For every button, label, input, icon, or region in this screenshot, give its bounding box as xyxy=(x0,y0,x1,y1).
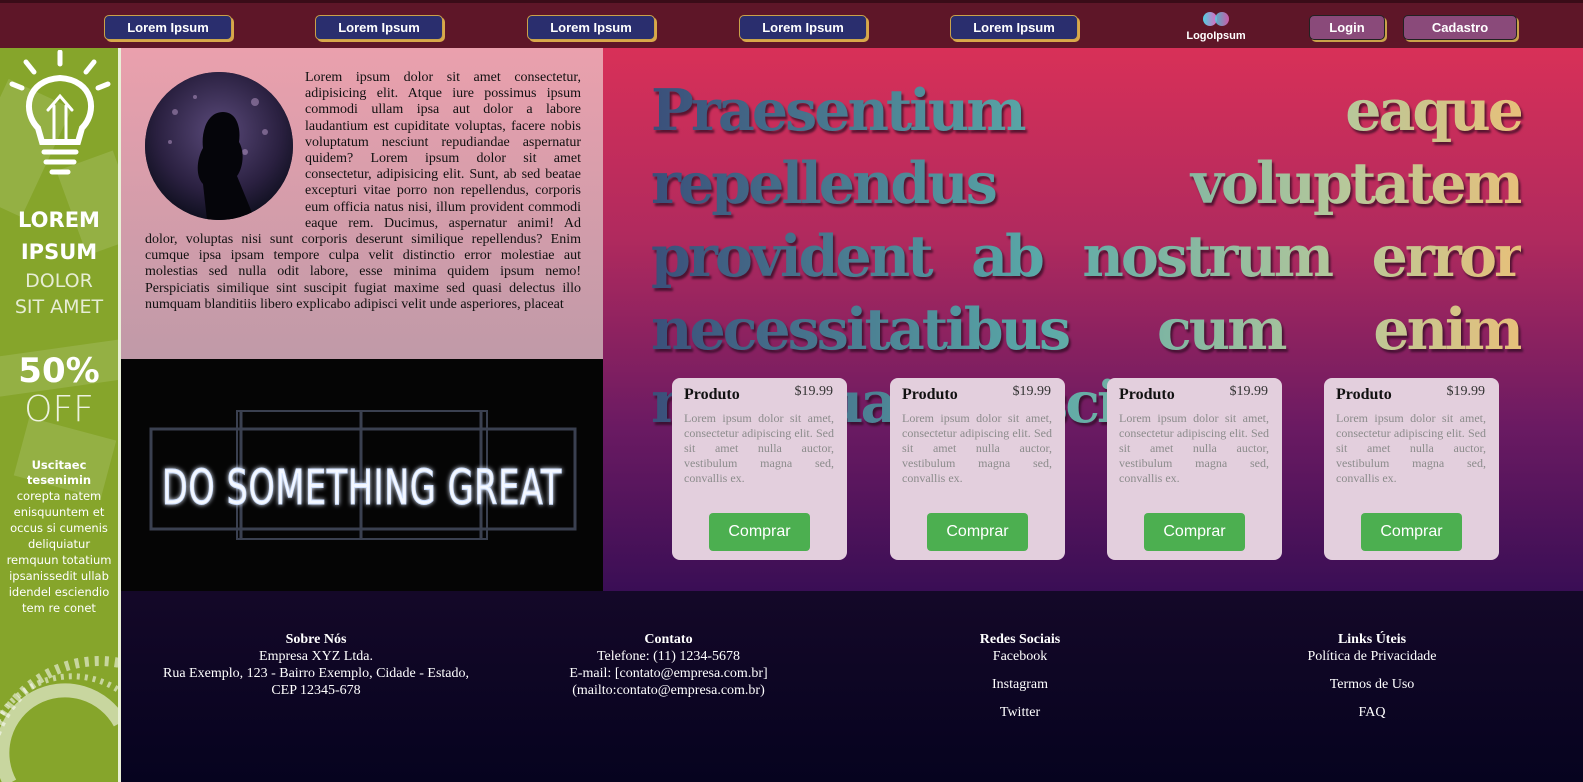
footer: Sobre Nós Empresa XYZ Ltda. Rua Exemplo,… xyxy=(121,591,1583,782)
product-description: Lorem ipsum dolor sit amet, consectetur … xyxy=(902,411,1052,485)
buy-button[interactable]: Comprar xyxy=(1144,513,1245,551)
banner-discount: 50% xyxy=(18,351,100,391)
banner-off: OFF xyxy=(24,389,94,430)
banner-heading-2: IPSUM xyxy=(20,240,98,264)
lightbulb-icon xyxy=(9,50,111,175)
footer-link-facebook[interactable]: Facebook xyxy=(950,648,1090,665)
top-navbar: Lorem Ipsum Lorem Ipsum Lorem Ipsum Lore… xyxy=(0,0,1583,48)
banner-small-line: enisquuntem et xyxy=(13,505,105,519)
banner-small-line: remquun totatium xyxy=(6,553,112,567)
hero-section: Praesentium eaque repellendus voluptatem… xyxy=(603,48,1583,591)
footer-mailto[interactable]: (mailto:contato@empresa.com.br) xyxy=(541,682,796,699)
logo[interactable]: LogoIpsum xyxy=(1176,10,1256,46)
footer-contact: Contato Telefone: (11) 1234-5678 E-mail:… xyxy=(541,631,796,699)
product-price: $19.99 xyxy=(1446,384,1486,399)
product-description: Lorem ipsum dolor sit amet, consectetur … xyxy=(1336,411,1486,485)
footer-email[interactable]: E-mail: [contato@empresa.com.br] xyxy=(541,665,796,682)
footer-link-twitter[interactable]: Twitter xyxy=(950,704,1090,721)
footer-useful-title: Links Úteis xyxy=(1337,632,1407,647)
banner-small-line: idendel esciendio xyxy=(8,585,110,599)
footer-social-title: Redes Sociais xyxy=(979,632,1061,647)
product-price: $19.99 xyxy=(1012,384,1052,399)
logo-text: LogoIpsum xyxy=(1186,30,1246,42)
nav-link-2[interactable]: Lorem Ipsum xyxy=(315,15,443,40)
footer-link-privacy[interactable]: Política de Privacidade xyxy=(1282,648,1462,665)
footer-contact-title: Contato xyxy=(644,632,693,647)
intro-section: Lorem ipsum dolor sit amet consectetur, … xyxy=(121,48,603,359)
neon-sign-text: DO SOMETHING GREAT xyxy=(162,460,562,516)
product-card: Produto $19.99 Lorem ipsum dolor sit ame… xyxy=(1107,378,1282,560)
buy-button[interactable]: Comprar xyxy=(1361,513,1462,551)
product-card: Produto $19.99 Lorem ipsum dolor sit ame… xyxy=(672,378,847,560)
buy-button[interactable]: Comprar xyxy=(709,513,810,551)
product-card: Produto $19.99 Lorem ipsum dolor sit ame… xyxy=(890,378,1065,560)
banner-small-line: corepta natem xyxy=(16,489,102,503)
product-name: Produto xyxy=(1336,386,1392,403)
banner-bold-line: Uscitaec xyxy=(31,458,87,472)
banner-bold-line: tesenimin xyxy=(26,473,92,487)
side-ad-banner[interactable]: LOREM IPSUM DOLOR SIT AMET 50% OFF Uscit… xyxy=(0,48,121,782)
footer-company: Empresa XYZ Ltda. xyxy=(259,649,373,664)
logo-icon xyxy=(1203,12,1229,26)
banner-small-line: occus si cumenis xyxy=(10,521,108,535)
footer-link-terms[interactable]: Termos de Uso xyxy=(1282,676,1462,693)
nav-link-3[interactable]: Lorem Ipsum xyxy=(527,15,655,40)
product-price: $19.99 xyxy=(1229,384,1269,399)
footer-address: Rua Exemplo, 123 - Bairro Exemplo, Cidad… xyxy=(163,666,469,698)
product-name: Produto xyxy=(1119,386,1175,403)
banner-small-line: tem re conet xyxy=(22,601,96,615)
neon-sign-image: DO SOMETHING GREAT xyxy=(121,359,603,591)
nav-link-1[interactable]: Lorem Ipsum xyxy=(104,15,232,40)
profile-photo xyxy=(145,72,293,220)
banner-small-line: ipsanissedit ullab xyxy=(9,569,109,583)
banner-heading-1: LOREM xyxy=(18,208,100,232)
banner-subheading-2: SIT AMET xyxy=(14,296,104,318)
signup-button[interactable]: Cadastro xyxy=(1403,15,1517,40)
nav-link-5[interactable]: Lorem Ipsum xyxy=(950,15,1078,40)
footer-social: Redes Sociais Facebook Instagram Twitter xyxy=(950,631,1090,732)
nav-link-4[interactable]: Lorem Ipsum xyxy=(739,15,867,40)
login-button[interactable]: Login xyxy=(1309,15,1385,40)
banner-subheading-1: DOLOR xyxy=(25,270,93,292)
banner-small-line: deliquiatur xyxy=(27,537,91,551)
buy-button[interactable]: Comprar xyxy=(927,513,1028,551)
footer-about-title: Sobre Nós xyxy=(285,632,347,647)
footer-link-instagram[interactable]: Instagram xyxy=(950,676,1090,693)
product-price: $19.99 xyxy=(794,384,834,399)
product-name: Produto xyxy=(684,386,740,403)
banner-arcs-decoration xyxy=(0,656,118,782)
product-description: Lorem ipsum dolor sit amet, consectetur … xyxy=(1119,411,1269,485)
product-name: Produto xyxy=(902,386,958,403)
footer-about: Sobre Nós Empresa XYZ Ltda. Rua Exemplo,… xyxy=(161,631,471,699)
footer-useful-links: Links Úteis Política de Privacidade Term… xyxy=(1282,631,1462,732)
product-description: Lorem ipsum dolor sit amet, consectetur … xyxy=(684,411,834,485)
footer-phone: Telefone: (11) 1234-5678 xyxy=(596,649,741,664)
product-card: Produto $19.99 Lorem ipsum dolor sit ame… xyxy=(1324,378,1499,560)
footer-link-faq[interactable]: FAQ xyxy=(1282,704,1462,721)
